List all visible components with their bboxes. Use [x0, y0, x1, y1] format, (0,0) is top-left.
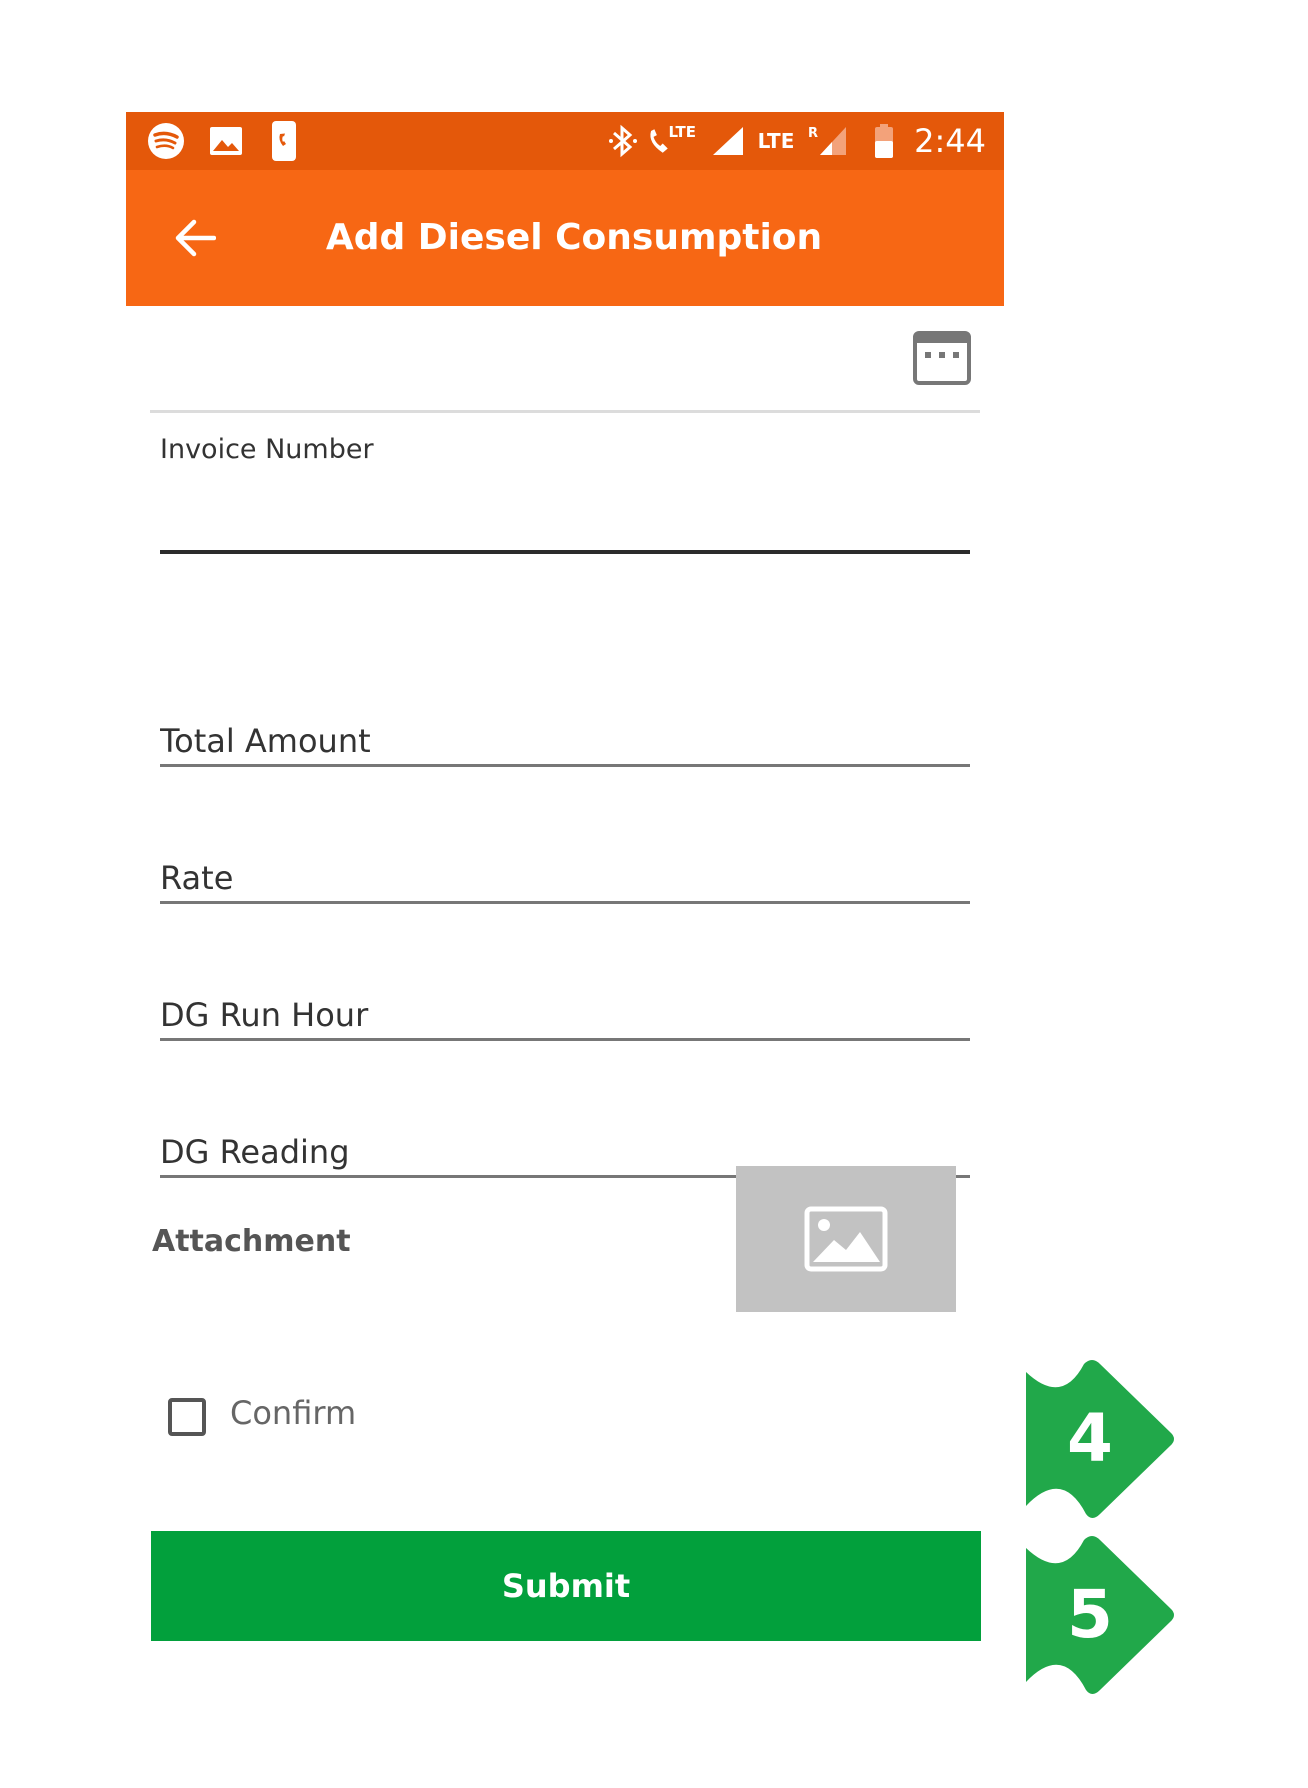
app-bar: Add Diesel Consumption: [126, 170, 1004, 306]
battery-icon: [870, 112, 898, 170]
submit-button[interactable]: Submit: [151, 1531, 981, 1641]
invoice-number-input[interactable]: [160, 550, 970, 554]
page-title: Add Diesel Consumption: [325, 217, 823, 258]
date-field[interactable]: [150, 306, 980, 413]
step-number: 5: [1067, 1576, 1113, 1653]
attachment-upload-button[interactable]: [736, 1166, 956, 1312]
attachment-label: Attachment: [152, 1224, 351, 1259]
image-placeholder-icon: [804, 1206, 888, 1272]
step-number: 4: [1067, 1400, 1113, 1477]
date-picker-button[interactable]: [912, 330, 972, 386]
lte-label: LTE: [668, 123, 696, 141]
confirm-checkbox[interactable]: [168, 1398, 206, 1436]
total-amount-field: [160, 694, 970, 767]
image-icon: [208, 112, 244, 170]
dg-run-hour-field: [160, 968, 970, 1041]
total-amount-input[interactable]: [160, 722, 970, 760]
step-badge-5: 5: [1022, 1532, 1178, 1698]
bluetooth-icon: [606, 112, 640, 170]
signal-icon: [710, 112, 746, 170]
confirm-label[interactable]: Confirm: [230, 1394, 356, 1432]
phone-call-icon: [270, 112, 298, 170]
spotify-icon: [146, 112, 186, 170]
roaming-label: R: [807, 125, 818, 141]
lte-signal-icon: R: [806, 112, 850, 170]
invoice-number-label: Invoice Number: [160, 434, 374, 465]
step-badge-4: 4: [1022, 1356, 1178, 1522]
rate-input[interactable]: [160, 859, 970, 897]
status-time: 2:44: [914, 122, 986, 160]
phone-screen: LTE LTE R 2:44 Add Diesel Consumption In…: [126, 112, 1004, 1712]
lte-text: LTE: [757, 129, 795, 153]
status-bar: LTE LTE R 2:44: [126, 112, 1004, 170]
rate-field: [160, 831, 970, 904]
volte-call-icon: LTE: [646, 112, 696, 170]
calendar-icon: [913, 331, 971, 385]
dg-run-hour-input[interactable]: [160, 996, 970, 1034]
